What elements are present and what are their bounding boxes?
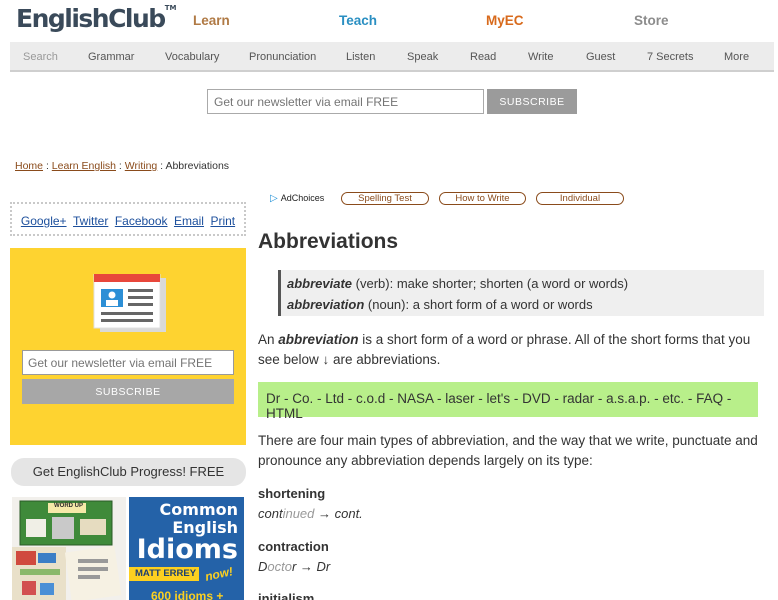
share-twitter-link[interactable]: Twitter xyxy=(73,214,108,228)
top-bar: EnglishClubTM Learn Teach MyEC Store xyxy=(0,0,778,42)
sidebar-subscribe-button[interactable]: SUBSCRIBE xyxy=(22,379,234,404)
definition-abbreviation: abbreviation (noun): a short form of a w… xyxy=(287,297,593,312)
book-idiom-count: 600 idioms + xyxy=(151,589,224,600)
breadcrumb-writing[interactable]: Writing xyxy=(125,160,157,172)
share-facebook-link[interactable]: Facebook xyxy=(115,214,168,228)
menu-vocabulary[interactable]: Vocabulary xyxy=(165,51,219,63)
menu-speak[interactable]: Speak xyxy=(407,51,438,63)
heading-initialism: initialism xyxy=(258,591,315,600)
breadcrumb-separator: : xyxy=(118,160,122,172)
main-menu-bar: Search Grammar Vocabulary Pronunciation … xyxy=(10,42,774,72)
newsletter-subscribe-button[interactable]: SUBSCRIBE xyxy=(487,89,577,114)
example-shortening: continued → cont. xyxy=(258,506,363,521)
adchoices-icon: ▷ xyxy=(270,193,278,204)
nav-store[interactable]: Store xyxy=(634,13,669,28)
nav-teach[interactable]: Teach xyxy=(339,13,377,28)
menu-read[interactable]: Read xyxy=(470,51,496,63)
sidebar-newsletter-email-input[interactable] xyxy=(22,350,234,375)
menu-write[interactable]: Write xyxy=(528,51,553,63)
menu-grammar[interactable]: Grammar xyxy=(88,51,134,63)
definition-abbreviate: abbreviate (verb): make shorter; shorten… xyxy=(287,276,629,291)
page-title: Abbreviations xyxy=(258,230,399,253)
examples-highlight-bar: Dr - Co. - Ltd - c.o.d - NASA - laser - … xyxy=(258,382,758,421)
menu-more[interactable]: More xyxy=(724,51,749,63)
breadcrumb-current: Abbreviations xyxy=(165,160,230,172)
word-up-game-image[interactable]: WORD UP xyxy=(12,497,126,600)
ad-link-spelling-test[interactable]: Spelling Test xyxy=(341,192,429,205)
book-title-line1: Common xyxy=(159,500,238,519)
sidebar-newsletter-box: SUBSCRIBE xyxy=(10,248,246,445)
ad-link-individual[interactable]: Individual xyxy=(536,192,624,205)
trademark-mark: TM xyxy=(164,4,177,12)
menu-search[interactable]: Search xyxy=(23,51,58,63)
book-title-line3: Idioms xyxy=(136,534,238,565)
menu-pronunciation[interactable]: Pronunciation xyxy=(249,51,316,63)
heading-contraction: contraction xyxy=(258,539,329,554)
board-game-illustration xyxy=(12,500,122,600)
heading-shortening: shortening xyxy=(258,486,326,501)
book-badge: now! xyxy=(203,564,235,584)
site-logo[interactable]: EnglishClubTM xyxy=(16,4,176,33)
breadcrumb-separator: : xyxy=(45,160,49,172)
book-author: MATT ERREY xyxy=(135,568,197,579)
nav-learn[interactable]: Learn xyxy=(193,13,230,28)
word-up-label: WORD UP xyxy=(54,503,83,509)
share-googleplus-link[interactable]: Google+ xyxy=(21,214,67,228)
adchoices-label[interactable]: ▷ AdChoices xyxy=(270,193,324,204)
get-progress-button[interactable]: Get EnglishClub Progress! FREE xyxy=(11,458,246,486)
share-links-box: Google+ Twitter Facebook Email Print xyxy=(10,202,246,236)
newspaper-icon xyxy=(93,274,166,332)
definition-box: abbreviate (verb): make shorter; shorten… xyxy=(278,270,764,316)
breadcrumb: Home : Learn English : Writing : Abbrevi… xyxy=(15,160,229,172)
breadcrumb-home[interactable]: Home xyxy=(15,160,43,172)
menu-7-secrets[interactable]: 7 Secrets xyxy=(647,51,693,63)
common-english-idioms-book-image[interactable]: Common English Idioms MATT ERREY now! 60… xyxy=(129,497,244,600)
newsletter-email-input[interactable] xyxy=(207,89,484,114)
breadcrumb-separator: : xyxy=(160,160,164,172)
share-print-link[interactable]: Print xyxy=(210,214,235,228)
nav-myec[interactable]: MyEC xyxy=(486,13,524,28)
share-email-link[interactable]: Email xyxy=(174,214,204,228)
example-contraction: Doctor → Dr xyxy=(258,559,331,574)
types-paragraph: There are four main types of abbreviatio… xyxy=(258,433,758,468)
menu-listen[interactable]: Listen xyxy=(346,51,375,63)
intro-paragraph: An abbreviation is a short form of a wor… xyxy=(258,332,751,367)
breadcrumb-learn-english[interactable]: Learn English xyxy=(52,160,116,172)
menu-guest[interactable]: Guest xyxy=(586,51,615,63)
ad-link-how-to-write[interactable]: How to Write xyxy=(439,192,526,205)
